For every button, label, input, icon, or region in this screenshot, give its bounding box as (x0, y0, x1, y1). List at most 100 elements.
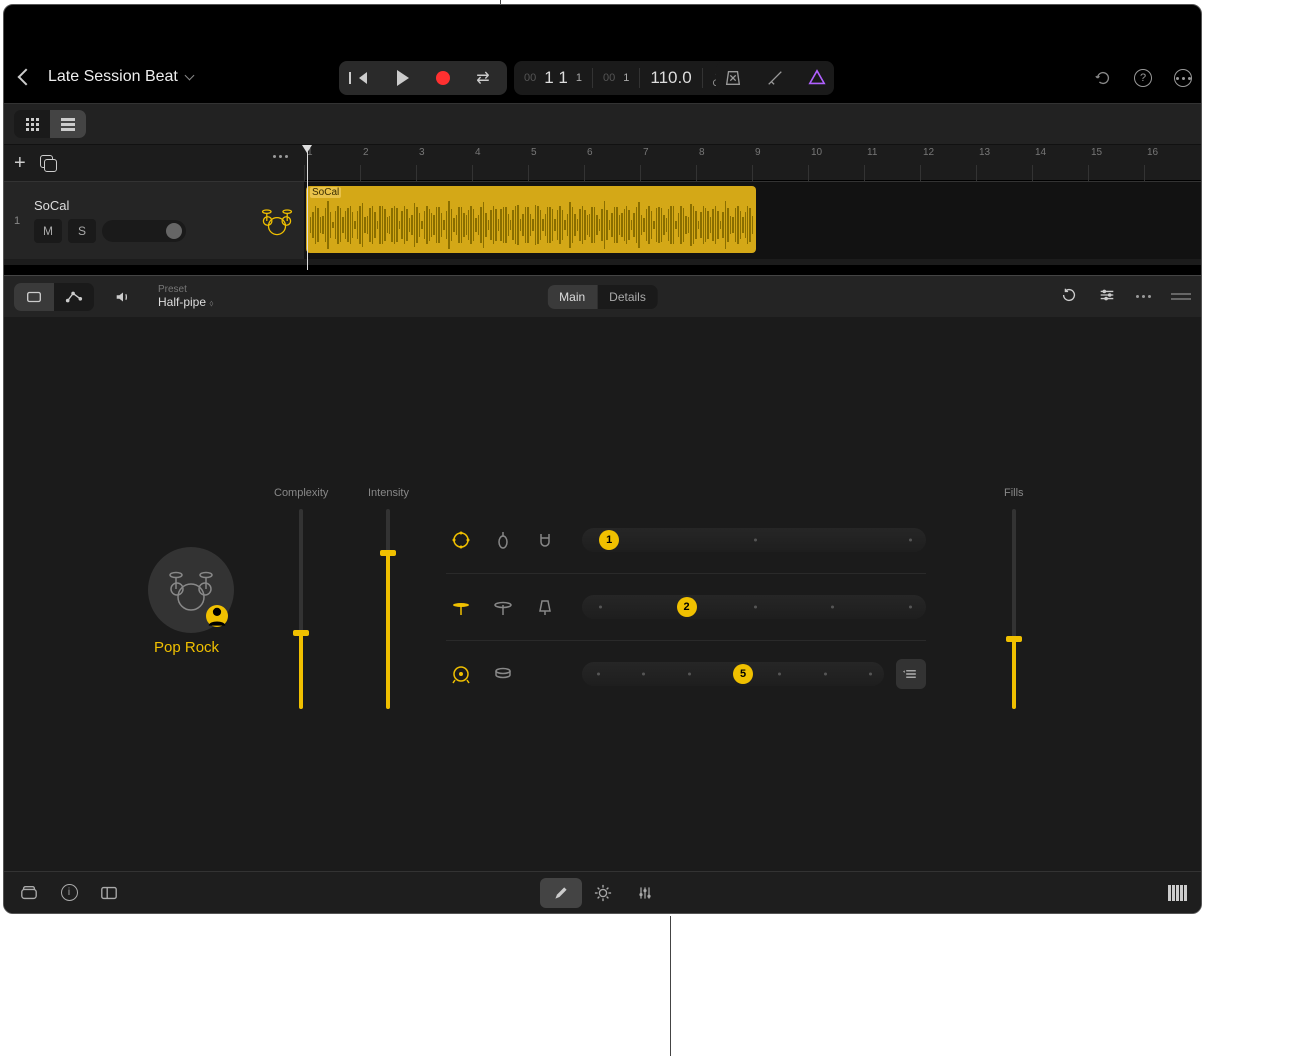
ruler-bar: 9 (755, 147, 761, 158)
timeline-ruler[interactable]: 12345678910111213141516 (304, 145, 1201, 181)
drummer-style: Pop Rock (154, 639, 219, 656)
lcd-tempo: 110.0 (650, 68, 691, 88)
pattern-slider[interactable]: 2 (582, 595, 926, 619)
track-view-button[interactable] (50, 110, 86, 138)
ruler-bar: 16 (1147, 147, 1158, 158)
pattern-rows: 1 2 5 (446, 507, 926, 707)
preset-selector[interactable]: Preset Half-pipe ⬨ (158, 284, 213, 309)
rewind-button[interactable] (343, 61, 383, 95)
kick-button[interactable] (446, 659, 476, 689)
cycle-button[interactable]: ⇄ (463, 61, 503, 95)
pattern-value: 1 (599, 530, 619, 550)
mute-button[interactable]: M (34, 219, 62, 243)
cowbell-button[interactable] (530, 592, 560, 622)
library-button[interactable] (20, 884, 38, 902)
automation-button[interactable] (54, 283, 94, 311)
lcd-pre2: 00 (603, 72, 615, 84)
region-inspector-button[interactable] (14, 283, 54, 311)
transport-controls: ⇄ (339, 61, 507, 95)
hihat-button[interactable] (446, 592, 476, 622)
complexity-label: Complexity (274, 487, 328, 499)
record-button[interactable] (423, 61, 463, 95)
resize-handle[interactable] (1171, 293, 1191, 300)
intensity-slider[interactable] (386, 509, 390, 709)
pattern-value: 5 (733, 664, 753, 684)
snare-button[interactable] (488, 659, 518, 689)
ruler-bar: 8 (699, 147, 705, 158)
drummer-avatar[interactable] (148, 547, 234, 633)
ruler-bar: 11 (867, 147, 877, 158)
grid-view-button[interactable] (14, 110, 50, 138)
drumkit-icon (260, 204, 294, 238)
help-button[interactable]: ? (1133, 68, 1153, 88)
session-player-button[interactable] (808, 69, 826, 87)
clap-button[interactable] (530, 525, 560, 555)
pattern-slider[interactable]: 5 (582, 662, 884, 686)
pattern-slider[interactable]: 1 (582, 528, 926, 552)
playhead[interactable] (307, 145, 308, 270)
ruler-bar: 7 (643, 147, 649, 158)
keyboard-button[interactable] (1168, 885, 1187, 901)
more-button[interactable] (1173, 68, 1193, 88)
track-header-more[interactable] (273, 155, 288, 158)
tab-details[interactable]: Details (597, 285, 658, 309)
ruler-bar: 12 (923, 147, 934, 158)
lcd-display[interactable]: 00 1 1 1 00 1 110.0 4 / 4 C maj (514, 61, 746, 95)
ruler-bar: 10 (811, 147, 822, 158)
info-button[interactable]: i (60, 884, 78, 902)
tab-main[interactable]: Main (547, 285, 597, 309)
pencil-mode-button[interactable] (540, 878, 582, 908)
project-title[interactable]: Late Session Beat (48, 68, 178, 86)
undo-button[interactable] (1093, 68, 1113, 88)
ruler-bar: 15 (1091, 147, 1102, 158)
user-badge-icon (206, 605, 228, 627)
brightness-button[interactable] (582, 878, 624, 908)
mixer-button[interactable] (624, 878, 666, 908)
panels-button[interactable] (100, 884, 118, 902)
ride-button[interactable] (488, 592, 518, 622)
audio-region[interactable]: SoCal (306, 186, 756, 253)
piano-icon (1168, 885, 1187, 901)
lcd-pre1: 00 (524, 72, 536, 84)
cycle-icon: ⇄ (476, 68, 489, 88)
intensity-label: Intensity (368, 487, 409, 499)
chevron-left-icon (18, 69, 35, 86)
volume-slider[interactable] (102, 220, 186, 242)
play-icon (397, 70, 409, 86)
track-name: SoCal (34, 198, 250, 213)
preset-label: Preset (158, 284, 213, 295)
complexity-slider[interactable] (299, 509, 303, 709)
metronome-button[interactable] (724, 69, 742, 87)
track-header[interactable]: 1 SoCal M S (4, 181, 304, 259)
solo-button[interactable]: S (68, 219, 96, 243)
waveform (306, 200, 756, 250)
preset-name: Half-pipe (158, 295, 206, 309)
grid-icon (26, 118, 39, 131)
record-icon (436, 71, 450, 85)
editor-more-button[interactable] (1136, 295, 1151, 298)
chevron-down-icon[interactable] (184, 70, 194, 80)
ruler-bar: 5 (531, 147, 537, 158)
settings-button[interactable] (1098, 286, 1116, 307)
mode-icons (716, 61, 834, 95)
fills-slider[interactable] (1012, 509, 1016, 709)
editor-volume-button[interactable] (108, 288, 138, 306)
shaker-button[interactable] (488, 525, 518, 555)
pattern-list-button[interactable] (896, 659, 926, 689)
list-icon (61, 118, 75, 131)
refresh-button[interactable] (1060, 286, 1078, 307)
add-track-button[interactable]: + (14, 152, 26, 175)
view-mode-segment (14, 110, 86, 138)
tambourine-button[interactable] (446, 525, 476, 555)
play-button[interactable] (383, 61, 423, 95)
back-button[interactable] (4, 71, 48, 83)
lcd-beats: 1 (576, 72, 582, 84)
ruler-bar: 2 (363, 147, 369, 158)
fills-label: Fills (1004, 487, 1024, 499)
region-name: SoCal (310, 187, 341, 198)
ruler-bar: 14 (1035, 147, 1046, 158)
duplicate-track-button[interactable] (40, 155, 56, 171)
tuner-button[interactable] (766, 69, 784, 87)
lcd-sub: 1 (623, 72, 629, 84)
ruler-bar: 13 (979, 147, 990, 158)
